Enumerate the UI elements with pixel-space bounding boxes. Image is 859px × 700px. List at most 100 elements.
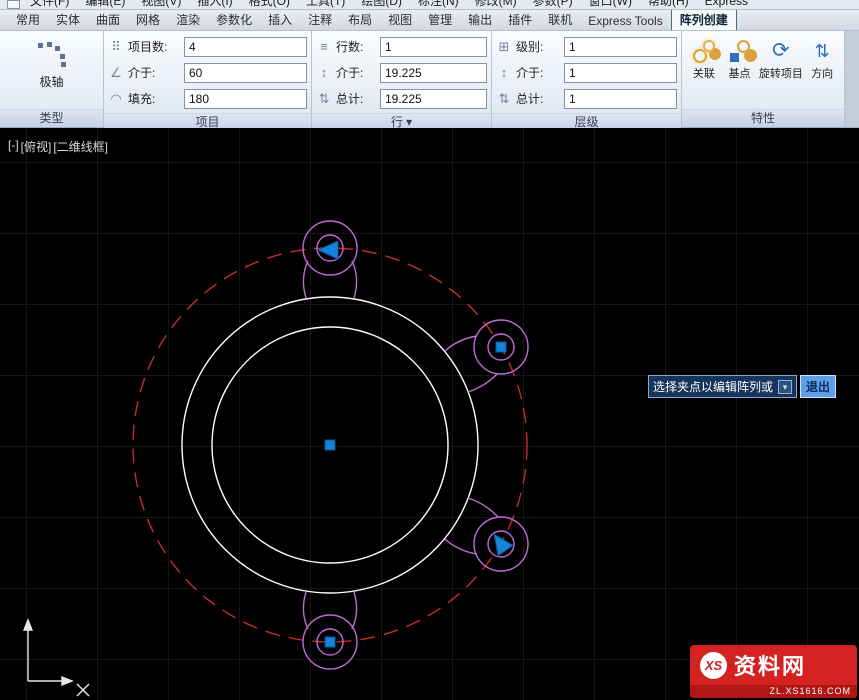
lug-top[interactable]	[303, 221, 357, 298]
crosshair-x-icon	[77, 684, 89, 696]
tab-output[interactable]: 输出	[460, 8, 500, 30]
tab-render[interactable]: 渲染	[168, 8, 208, 30]
tab-layout[interactable]: 布局	[340, 8, 380, 30]
rows-count-input[interactable]	[380, 37, 487, 57]
panel-title-type: 类型	[0, 109, 103, 127]
menu-item-insert[interactable]: 插入(I)	[197, 0, 232, 9]
tooltip-dropdown-button[interactable]: ▾	[778, 380, 792, 394]
panel-type: 极轴 类型	[0, 31, 104, 127]
items-count-icon: ⠿	[108, 40, 124, 54]
menu-item-parametric[interactable]: 参数(P)	[533, 0, 573, 9]
items-count-input[interactable]	[184, 37, 307, 57]
menu-item-dimension[interactable]: 标注(N)	[418, 0, 459, 9]
tab-parametric[interactable]: 参数化	[208, 8, 260, 30]
menu-item-tools[interactable]: 工具(T)	[306, 0, 345, 9]
rows-total-icon: ⇅	[316, 92, 332, 106]
tab-insert[interactable]: 插入	[260, 8, 300, 30]
menu-item-help[interactable]: 帮助(H)	[648, 0, 689, 9]
tab-plugins[interactable]: 插件	[500, 8, 540, 30]
app-icon[interactable]	[7, 0, 20, 9]
panel-items: ⠿ 项目数: ∠ 介于: ◠ 填充: 项目	[104, 31, 312, 127]
levels-count-icon: ⊞	[496, 40, 512, 54]
rows-spacing-icon: ↕	[316, 66, 332, 80]
levels-count-label: 级别:	[516, 38, 560, 55]
items-fill-label: 填充:	[128, 90, 180, 107]
direction-button[interactable]: ⇅ 方向	[804, 33, 840, 107]
tab-solid[interactable]: 实体	[48, 8, 88, 30]
tab-annotate[interactable]: 注释	[300, 8, 340, 30]
items-angle-label: 介于:	[128, 64, 180, 81]
tab-view[interactable]: 视图	[380, 8, 420, 30]
rows-spacing-input[interactable]	[380, 63, 487, 83]
tab-mesh[interactable]: 网格	[128, 8, 168, 30]
base-point-button[interactable]: 基点	[722, 33, 758, 107]
rotate-items-label: 旋转项目	[759, 68, 803, 80]
levels-spacing-field: ↕ 介于:	[496, 60, 677, 85]
menu-item-window[interactable]: 窗口(W)	[589, 0, 632, 9]
drawing-canvas[interactable]: [-] [俯视] [二维线框]	[0, 128, 859, 700]
menu-item-draw[interactable]: 绘图(D)	[361, 0, 402, 9]
lug-right[interactable]	[445, 320, 528, 392]
grip-edit-tooltip: 选择夹点以编辑阵列或 ▾ 退出	[648, 375, 836, 398]
levels-total-field: ⇅ 总计:	[496, 86, 677, 111]
menu-item-edit[interactable]: 编辑(E)	[85, 0, 125, 9]
items-count-label: 项目数:	[128, 38, 180, 55]
associative-icon	[691, 38, 717, 64]
tab-online[interactable]: 联机	[540, 8, 580, 30]
panel-levels: ⊞ 级别: ↕ 介于: ⇅ 总计: 层级	[492, 31, 682, 127]
rows-count-icon: ≡	[316, 40, 332, 54]
tooltip-prompt: 选择夹点以编辑阵列或 ▾	[648, 375, 797, 398]
watermark-name: 资料网	[734, 649, 806, 681]
items-fill-input[interactable]	[184, 89, 307, 109]
levels-total-label: 总计:	[516, 90, 560, 107]
ribbon-tab-bar: 常用 实体 曲面 网格 渲染 参数化 插入 注释 布局 视图 管理 输出 插件 …	[0, 10, 859, 31]
levels-total-input[interactable]	[564, 89, 677, 109]
associative-button[interactable]: 关联	[686, 33, 722, 107]
grip-top-rotate-arrow[interactable]	[318, 241, 338, 259]
polar-array-label: 极轴	[39, 73, 63, 90]
menu-item-view[interactable]: 视图(V)	[141, 0, 181, 9]
items-fill-field: ◠ 填充:	[108, 86, 307, 111]
items-angle-field: ∠ 介于:	[108, 60, 307, 85]
items-count-field: ⠿ 项目数:	[108, 34, 307, 59]
levels-total-icon: ⇅	[496, 92, 512, 106]
rotate-items-icon: ⟳	[768, 38, 794, 64]
items-angle-input[interactable]	[184, 63, 307, 83]
lug-bottom-right[interactable]	[445, 498, 528, 571]
base-point-icon	[727, 38, 753, 64]
panel-clipped-edge	[845, 31, 859, 127]
menu-item-modify[interactable]: 修改(M)	[475, 0, 517, 9]
grip-right-square[interactable]	[496, 342, 506, 352]
polar-array-type-button[interactable]: 极轴	[20, 37, 84, 94]
tab-express-tools[interactable]: Express Tools	[580, 11, 670, 30]
grip-center-square[interactable]	[325, 440, 335, 450]
items-angle-icon: ∠	[108, 66, 124, 80]
menu-item-format[interactable]: 格式(O)	[249, 0, 290, 9]
menu-item-express[interactable]: Express	[705, 0, 748, 9]
direction-icon: ⇅	[809, 38, 835, 64]
rows-count-label: 行数:	[336, 38, 376, 55]
tab-array-creation[interactable]: 阵列创建	[671, 7, 737, 30]
watermark-logo: XS	[700, 652, 727, 679]
grip-bottom-square[interactable]	[325, 637, 335, 647]
rotate-items-button[interactable]: ⟳ 旋转项目	[757, 33, 804, 107]
levels-spacing-label: 介于:	[516, 64, 560, 81]
rows-total-input[interactable]	[380, 89, 487, 109]
tab-manage[interactable]: 管理	[420, 8, 460, 30]
tab-surface[interactable]: 曲面	[88, 8, 128, 30]
menu-bar: 文件(F) 编辑(E) 视图(V) 插入(I) 格式(O) 工具(T) 绘图(D…	[0, 0, 859, 10]
ribbon: 极轴 类型 ⠿ 项目数: ∠ 介于: ◠ 填充:	[0, 31, 859, 128]
direction-label: 方向	[811, 68, 833, 80]
levels-count-input[interactable]	[564, 37, 677, 57]
cad-drawing	[0, 128, 859, 700]
rows-total-label: 总计:	[336, 90, 376, 107]
exit-button[interactable]: 退出	[800, 375, 836, 398]
levels-spacing-input[interactable]	[564, 63, 677, 83]
associative-label: 关联	[693, 68, 715, 80]
lug-bottom[interactable]	[303, 592, 357, 669]
tab-home[interactable]: 常用	[8, 8, 48, 30]
menu-item-file[interactable]: 文件(F)	[30, 0, 69, 9]
watermark-site: ZL.XS1616.COM	[690, 685, 857, 698]
ucs-icon	[24, 620, 72, 685]
autocad-window: 文件(F) 编辑(E) 视图(V) 插入(I) 格式(O) 工具(T) 绘图(D…	[0, 0, 859, 700]
